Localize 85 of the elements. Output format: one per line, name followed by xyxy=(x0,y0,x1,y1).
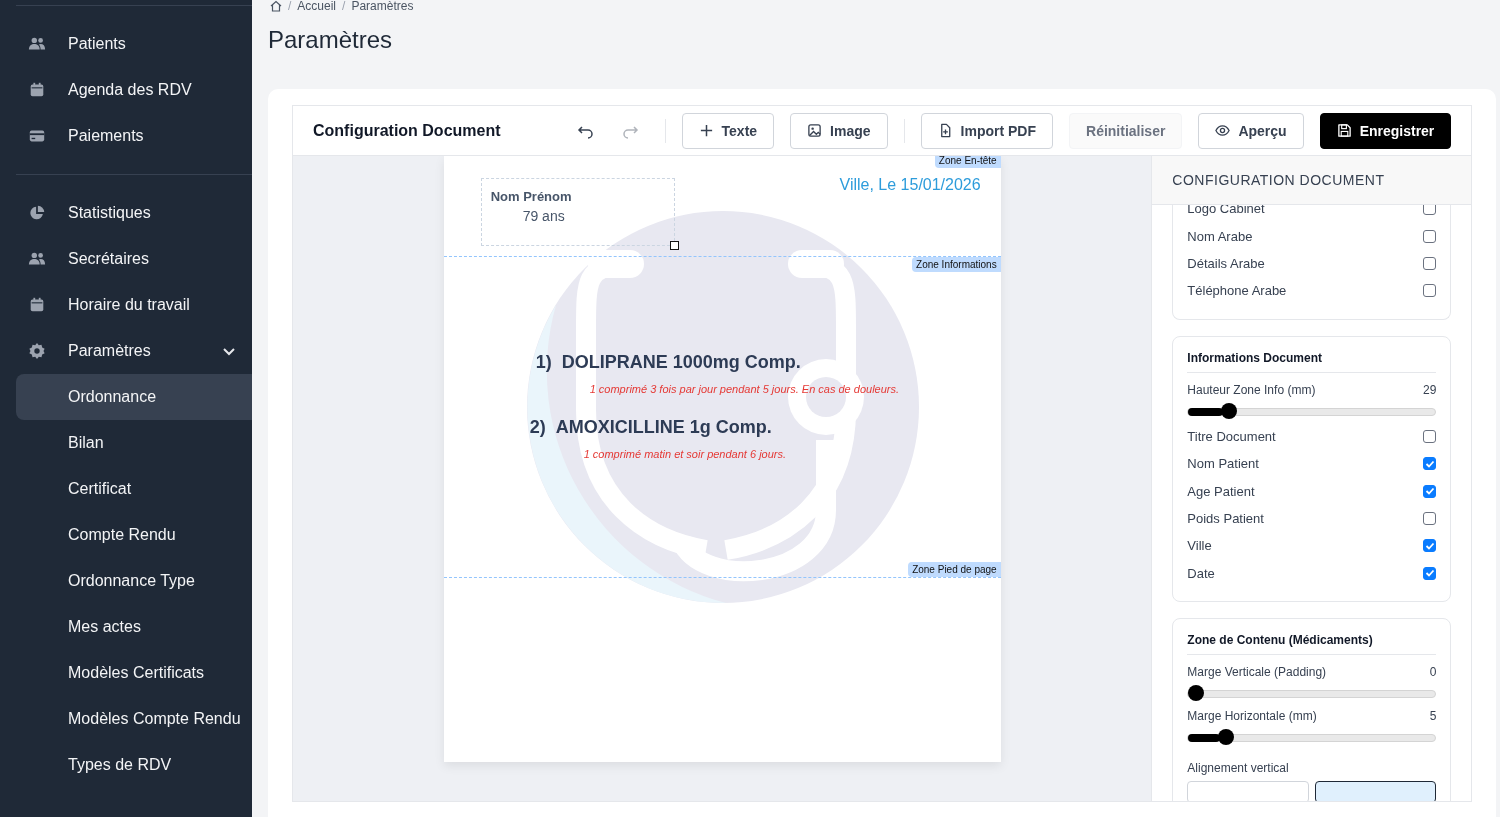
breadcrumb-separator: / xyxy=(288,0,292,13)
sidebar-item[interactable]: Statistiques xyxy=(16,190,252,236)
checkbox[interactable] xyxy=(1423,229,1437,243)
calendar-icon xyxy=(28,296,46,314)
option-label: Ville xyxy=(1187,538,1212,554)
medication-number: 1) xyxy=(535,352,552,373)
sidebar-item[interactable]: Certificat xyxy=(16,466,252,512)
sidebar-item[interactable]: Compte Rendu xyxy=(16,512,252,558)
slider-label: Marge Horizontale (mm) xyxy=(1187,708,1317,723)
zone-label: Zone En-tête xyxy=(934,156,1001,168)
sidebar-item[interactable]: Modèles Compte Rendu xyxy=(16,696,252,742)
sidebar-item[interactable]: Mes actes xyxy=(16,604,252,650)
alignment-option[interactable] xyxy=(1314,780,1437,801)
slider-fill xyxy=(1188,407,1223,416)
slider-value: 5 xyxy=(1429,708,1437,723)
page-title: Paramètres xyxy=(268,26,394,55)
plus-icon xyxy=(698,123,714,138)
save-icon xyxy=(1336,123,1352,138)
checkbox[interactable] xyxy=(1423,205,1437,216)
sidebar-item[interactable]: Secrétaires xyxy=(16,236,252,282)
sidebar-item[interactable]: Paramètres xyxy=(16,328,252,374)
toolbar-button[interactable]: Import PDF xyxy=(920,112,1053,149)
home-icon[interactable] xyxy=(270,0,282,12)
toolbar-button[interactable]: Image xyxy=(790,112,888,149)
sidebar-item[interactable]: Ordonnance xyxy=(16,374,252,420)
breadcrumb-link[interactable]: Paramètres xyxy=(351,0,414,13)
zone-label: Zone Informations xyxy=(912,257,1001,272)
image-icon xyxy=(807,123,823,138)
sidebar-item[interactable]: Modèles Certificats xyxy=(16,650,252,696)
zone-label: Zone Pied de page xyxy=(908,562,1001,577)
slider-thumb[interactable] xyxy=(1218,728,1235,745)
medication-number: 2) xyxy=(529,417,546,438)
section-title: Zone de Contenu (Médicaments) xyxy=(1187,624,1437,655)
checkbox[interactable] xyxy=(1423,256,1437,270)
resize-handle[interactable] xyxy=(669,241,679,250)
field-label: Alignement vertical xyxy=(1187,760,1290,775)
place-date: Ville, Le 15/01/2026 xyxy=(839,176,981,194)
toolbar-button[interactable]: Réinitialiser xyxy=(1069,112,1183,149)
option-label: Nom Arabe xyxy=(1187,228,1253,244)
section-title: Informations Document xyxy=(1187,342,1437,373)
slider-thumb[interactable] xyxy=(1188,684,1205,701)
toolbar-button[interactable]: Texte xyxy=(681,112,775,149)
checkbox[interactable] xyxy=(1423,284,1437,298)
slider-value: 29 xyxy=(1422,382,1437,397)
sidebar-item[interactable]: Horaire du travail xyxy=(16,282,252,328)
dosage-text: 1 comprimé 3 fois par jour pendant 5 jours. En cas de douleurs. xyxy=(589,383,901,395)
dosage-text: 1 comprimé matin et soir pendant 6 jours. xyxy=(583,448,788,460)
eye-icon xyxy=(1215,123,1231,138)
medication-name: DOLIPRANE 1000mg Comp. xyxy=(561,352,801,373)
option-label: Poids Patient xyxy=(1187,510,1264,526)
breadcrumb-separator: / xyxy=(342,0,346,13)
sidebar-item[interactable]: Agenda des RDV xyxy=(16,67,252,113)
sidebar-item[interactable]: Types de RDV xyxy=(16,742,252,788)
editor-title: Configuration Document xyxy=(313,121,501,140)
toolbar-button[interactable]: Enregistrer xyxy=(1319,112,1452,149)
option-label: Age Patient xyxy=(1187,483,1255,499)
option-label: Téléphone Arabe xyxy=(1187,283,1287,299)
sidebar-item[interactable]: Patients xyxy=(16,21,252,67)
slider-fill xyxy=(1188,733,1221,742)
checkbox[interactable] xyxy=(1423,457,1437,471)
option-label: Détails Arabe xyxy=(1187,255,1265,271)
checkbox[interactable] xyxy=(1423,484,1437,498)
slider-label: Marge Verticale (Padding) xyxy=(1187,664,1327,679)
slider-thumb[interactable] xyxy=(1220,402,1237,419)
checkbox[interactable] xyxy=(1423,511,1437,525)
option-label: Date xyxy=(1187,565,1215,581)
calendar-icon xyxy=(28,81,46,99)
checkbox[interactable] xyxy=(1423,539,1437,553)
settings-icon xyxy=(28,342,46,360)
sidebar-item[interactable]: Bilan xyxy=(16,420,252,466)
pie-chart-icon xyxy=(28,204,46,222)
checkbox[interactable] xyxy=(1423,429,1437,443)
slider-label: Hauteur Zone Info (mm) xyxy=(1187,382,1316,397)
option-label: Titre Document xyxy=(1187,428,1276,444)
option-label: Nom Patient xyxy=(1187,456,1259,472)
slider-value: 0 xyxy=(1429,664,1437,679)
checkbox[interactable] xyxy=(1423,566,1437,580)
patient-name: Nom Prénom xyxy=(490,189,573,204)
medication-name: AMOXICILLINE 1g Comp. xyxy=(555,417,772,438)
sidebar-item[interactable]: Ordonnance Type xyxy=(16,558,252,604)
breadcrumb-link[interactable]: Accueil xyxy=(297,0,337,13)
patient-age: 79 ans xyxy=(522,208,566,224)
sidebar-item[interactable]: Paiements xyxy=(16,113,252,159)
toolbar-button[interactable]: Aperçu xyxy=(1198,112,1304,149)
panel-title: CONFIGURATION DOCUMENT xyxy=(1152,156,1472,205)
